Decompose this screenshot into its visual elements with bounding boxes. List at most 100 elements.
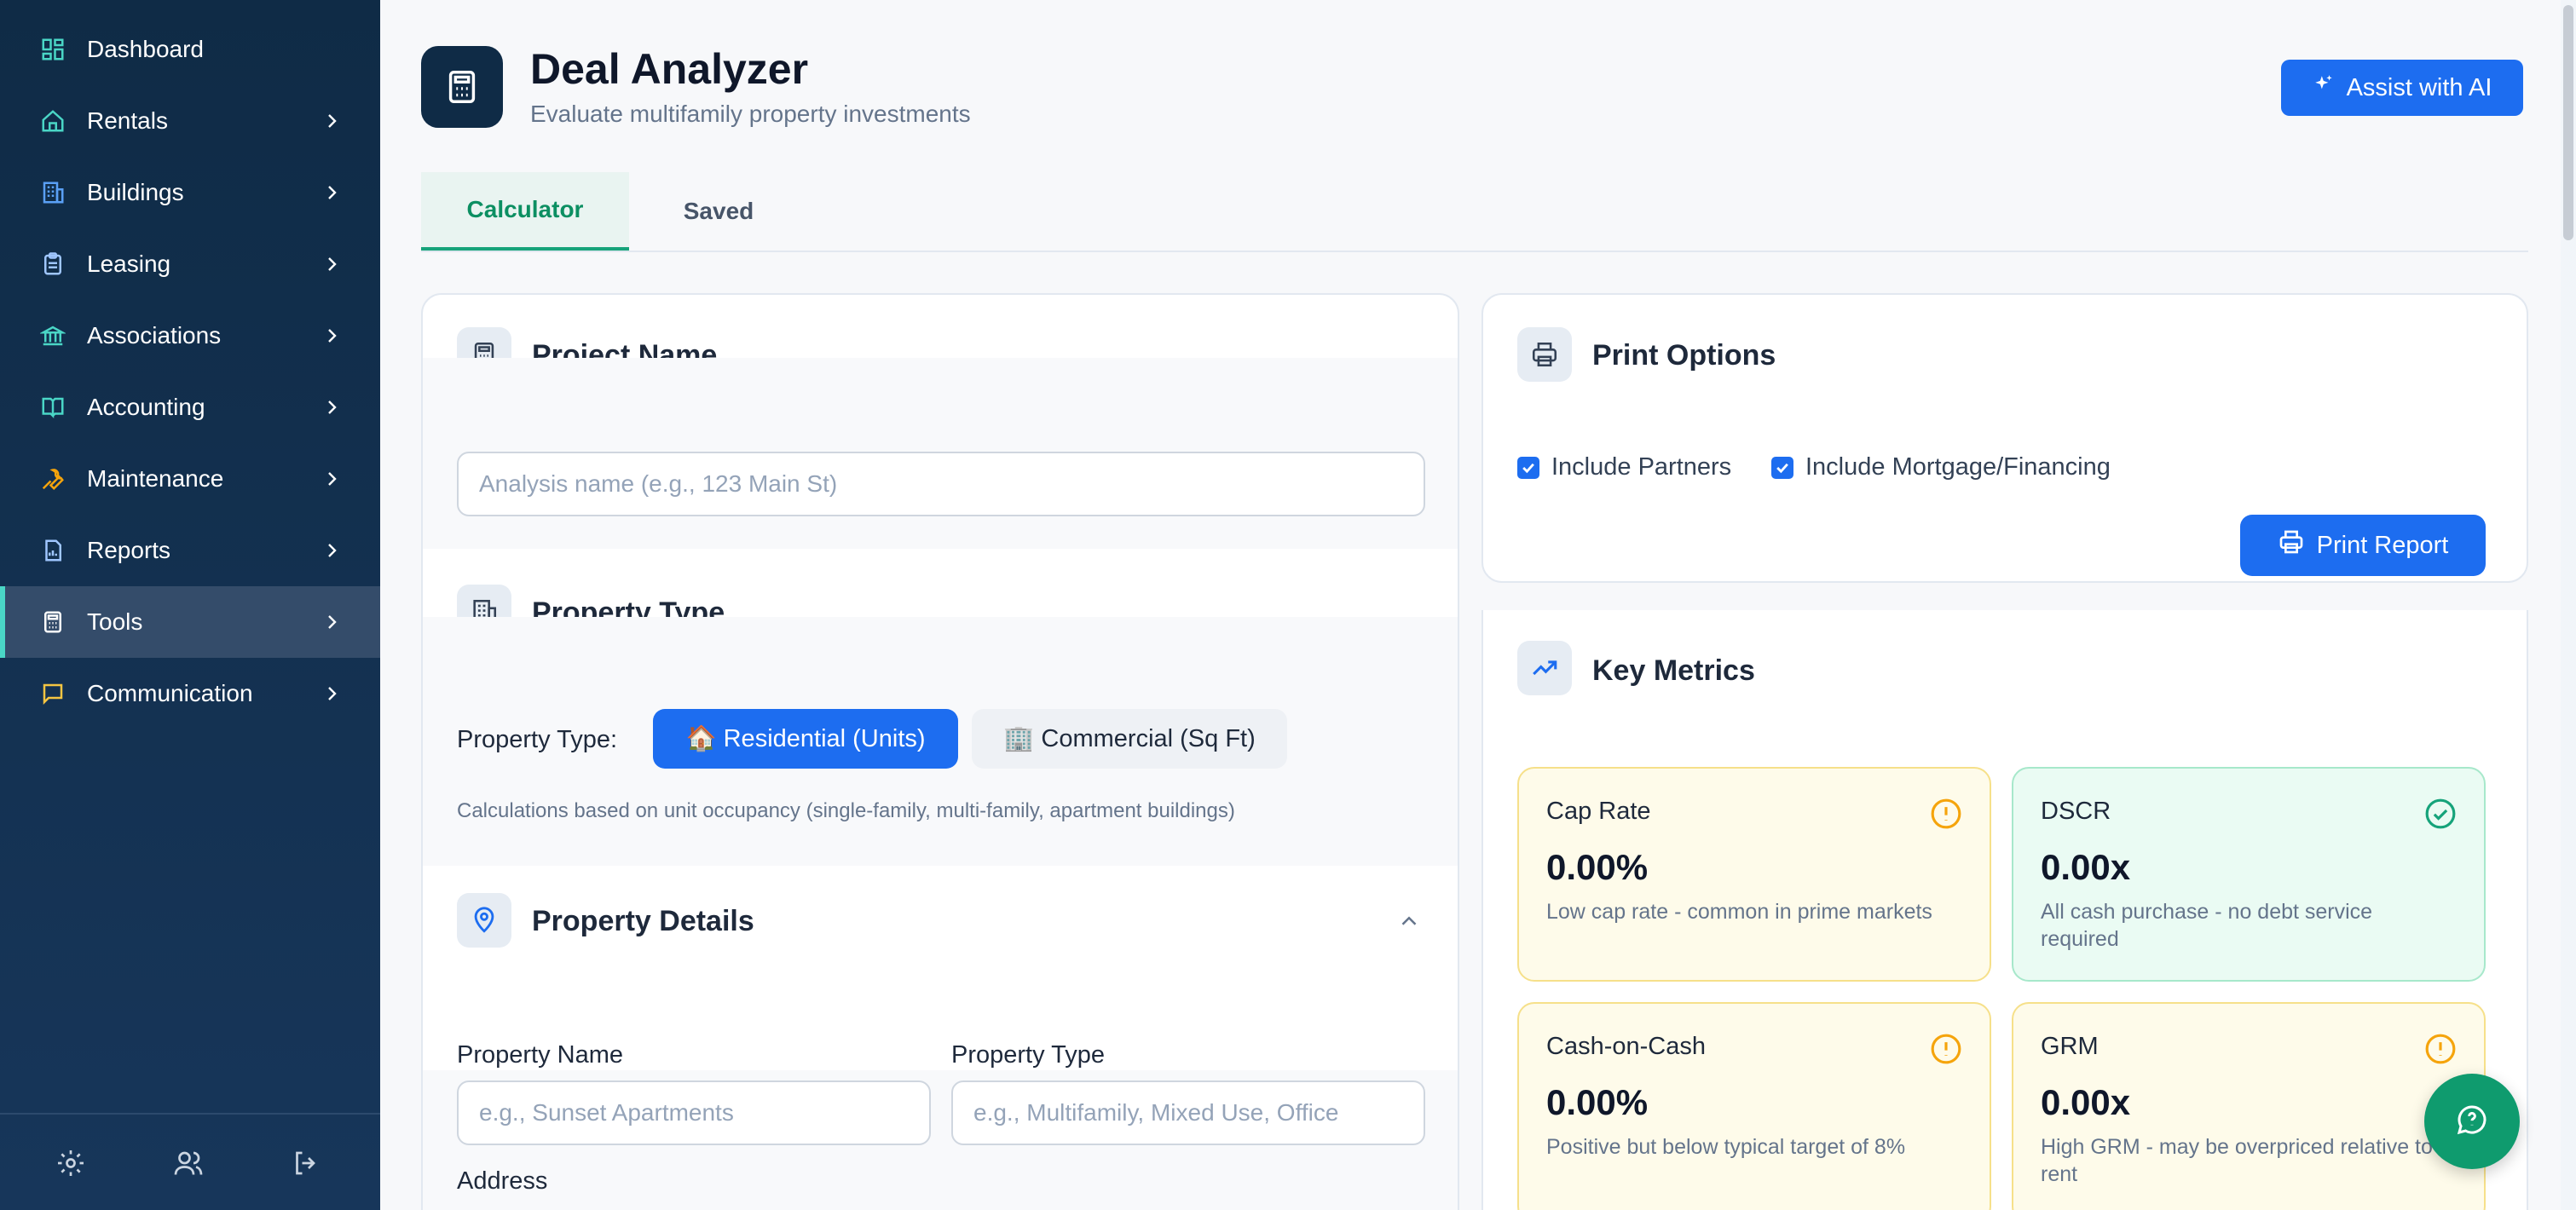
- property-details-title: Property Details: [532, 905, 754, 937]
- gear-icon[interactable]: [51, 1144, 90, 1183]
- sidebar-item-label: Buildings: [87, 179, 184, 205]
- checkbox-checked-icon: [1517, 456, 1539, 479]
- sidebar-divider: [0, 1113, 380, 1115]
- wrench-icon: [38, 464, 68, 494]
- print-report-button[interactable]: Print Report: [2240, 515, 2486, 576]
- property-name-input[interactable]: [457, 1080, 931, 1145]
- sidebar-item-label: Leasing: [87, 251, 171, 277]
- clipboard-icon: [38, 249, 68, 279]
- sidebar-item-label: Tools: [87, 608, 143, 635]
- chevron-up-icon[interactable]: [1396, 908, 1422, 934]
- sidebar-item-label: Accounting: [87, 394, 205, 420]
- sidebar-item-label: Maintenance: [87, 465, 224, 492]
- include-mortgage-checkbox[interactable]: Include Mortgage/Financing: [1771, 453, 2111, 481]
- property-type-detail-label: Property Type: [951, 1041, 1106, 1069]
- metric-value: 0.00x: [2041, 1082, 2131, 1122]
- print-options-title: Print Options: [1592, 339, 1776, 372]
- page-subtitle: Evaluate multifamily property investment…: [530, 101, 971, 127]
- sidebar-item-accounting[interactable]: Accounting: [0, 372, 380, 443]
- print-options-card: Print Options Include Partners Include M…: [1481, 293, 2528, 583]
- dashboard-icon: [38, 34, 68, 65]
- report-icon: [38, 535, 68, 566]
- metric-value: 0.00%: [1546, 847, 1649, 887]
- sidebar-item-dashboard[interactable]: Dashboard: [0, 14, 380, 85]
- home-icon: [38, 106, 68, 136]
- commercial-sqft-option[interactable]: 🏢 Commercial (Sq Ft): [972, 709, 1287, 769]
- sidebar-item-label: Communication: [87, 680, 253, 706]
- chevron-right-icon: [319, 323, 344, 349]
- assist-with-ai-label: Assist with AI: [2346, 73, 2492, 101]
- include-mortgage-label: Include Mortgage/Financing: [1805, 453, 2111, 481]
- sidebar-item-label: Reports: [87, 537, 171, 563]
- check-circle-icon: [2424, 798, 2457, 830]
- help-chat-button[interactable]: [2424, 1074, 2520, 1169]
- sidebar-item-associations[interactable]: Associations: [0, 300, 380, 372]
- chevron-right-icon: [319, 251, 344, 277]
- chevron-right-icon: [319, 609, 344, 635]
- address-label: Address: [457, 1167, 548, 1195]
- key-metrics-card: Key Metrics Cap Rate 0.00% Low cap rate …: [1481, 610, 2528, 1210]
- calculator-icon: [448, 71, 476, 103]
- chevron-right-icon: [319, 538, 344, 563]
- printer-icon: [2278, 528, 2305, 562]
- include-partners-label: Include Partners: [1551, 453, 1732, 481]
- warning-icon: [1930, 798, 1962, 830]
- map-pin-icon: [457, 893, 511, 948]
- include-partners-checkbox[interactable]: Include Partners: [1517, 453, 1731, 481]
- sidebar: Dashboard Rentals Buildings Leasing Asso…: [0, 0, 380, 1210]
- sidebar-item-communication[interactable]: Communication: [0, 658, 380, 729]
- metric-description: High GRM - may be overpriced relative to…: [2041, 1135, 2433, 1186]
- users-icon[interactable]: [169, 1144, 208, 1183]
- residential-units-option[interactable]: 🏠 Residential (Units): [653, 709, 958, 769]
- page-title: Deal Analyzer: [530, 45, 809, 93]
- cash-on-cash-card: Cash-on-Cash 0.00% Positive but below ty…: [1517, 1002, 1991, 1210]
- checkbox-checked-icon: [1771, 456, 1793, 479]
- printer-icon: [1517, 327, 1572, 382]
- print-report-label: Print Report: [2316, 531, 2449, 559]
- tab-calculator[interactable]: Calculator: [421, 172, 629, 251]
- key-metrics-title: Key Metrics: [1592, 654, 1755, 687]
- property-name-label: Property Name: [457, 1041, 624, 1069]
- sidebar-item-rentals[interactable]: Rentals: [0, 85, 380, 157]
- sidebar-item-maintenance[interactable]: Maintenance: [0, 443, 380, 515]
- chevron-right-icon: [319, 681, 344, 706]
- warning-icon: [2424, 1033, 2457, 1065]
- sidebar-item-reports[interactable]: Reports: [0, 515, 380, 586]
- app-logo: [421, 46, 503, 128]
- chevron-right-icon: [319, 466, 344, 492]
- chat-icon: [38, 678, 68, 709]
- sidebar-item-tools[interactable]: Tools: [0, 586, 380, 658]
- sidebar-item-label: Associations: [87, 322, 222, 349]
- metric-value: 0.00%: [1546, 1082, 1649, 1122]
- sidebar-item-buildings[interactable]: Buildings: [0, 157, 380, 228]
- metric-description: Low cap rate - common in prime markets: [1546, 900, 1932, 924]
- calculator-card: Project Name Property Type Property Type…: [421, 293, 1459, 1210]
- building-icon: [38, 177, 68, 208]
- sidebar-item-label: Rentals: [87, 107, 168, 134]
- metric-description: All cash purchase - no debt service requ…: [2041, 900, 2373, 951]
- sidebar-item-leasing[interactable]: Leasing: [0, 228, 380, 300]
- grm-card: GRM 0.00x High GRM - may be overpriced r…: [2012, 1002, 2486, 1210]
- main-content: Deal Analyzer Evaluate multifamily prope…: [380, 0, 2576, 1210]
- logout-icon[interactable]: [286, 1144, 326, 1183]
- book-icon: [38, 392, 68, 423]
- help-chat-icon: [2455, 1103, 2489, 1141]
- tab-saved[interactable]: Saved: [629, 172, 808, 251]
- metric-name: DSCR: [2041, 798, 2111, 825]
- chevron-right-icon: [319, 395, 344, 420]
- metric-name: Cash-on-Cash: [1546, 1033, 1706, 1060]
- metric-name: GRM: [2041, 1033, 2099, 1060]
- cap-rate-card: Cap Rate 0.00% Low cap rate - common in …: [1517, 767, 1991, 982]
- bank-icon: [38, 320, 68, 351]
- metric-name: Cap Rate: [1546, 798, 1651, 825]
- analysis-name-input[interactable]: [457, 452, 1425, 516]
- dscr-card: DSCR 0.00x All cash purchase - no debt s…: [2012, 767, 2486, 982]
- property-type-label: Property Type:: [457, 726, 618, 753]
- assist-with-ai-button[interactable]: Assist with AI: [2281, 60, 2523, 116]
- property-type-input[interactable]: [951, 1080, 1425, 1145]
- chevron-right-icon: [319, 108, 344, 134]
- trending-up-icon: [1517, 641, 1572, 695]
- sidebar-item-label: Dashboard: [87, 36, 204, 62]
- calculator-icon: [38, 607, 68, 637]
- scrollbar-thumb[interactable]: [2563, 5, 2573, 240]
